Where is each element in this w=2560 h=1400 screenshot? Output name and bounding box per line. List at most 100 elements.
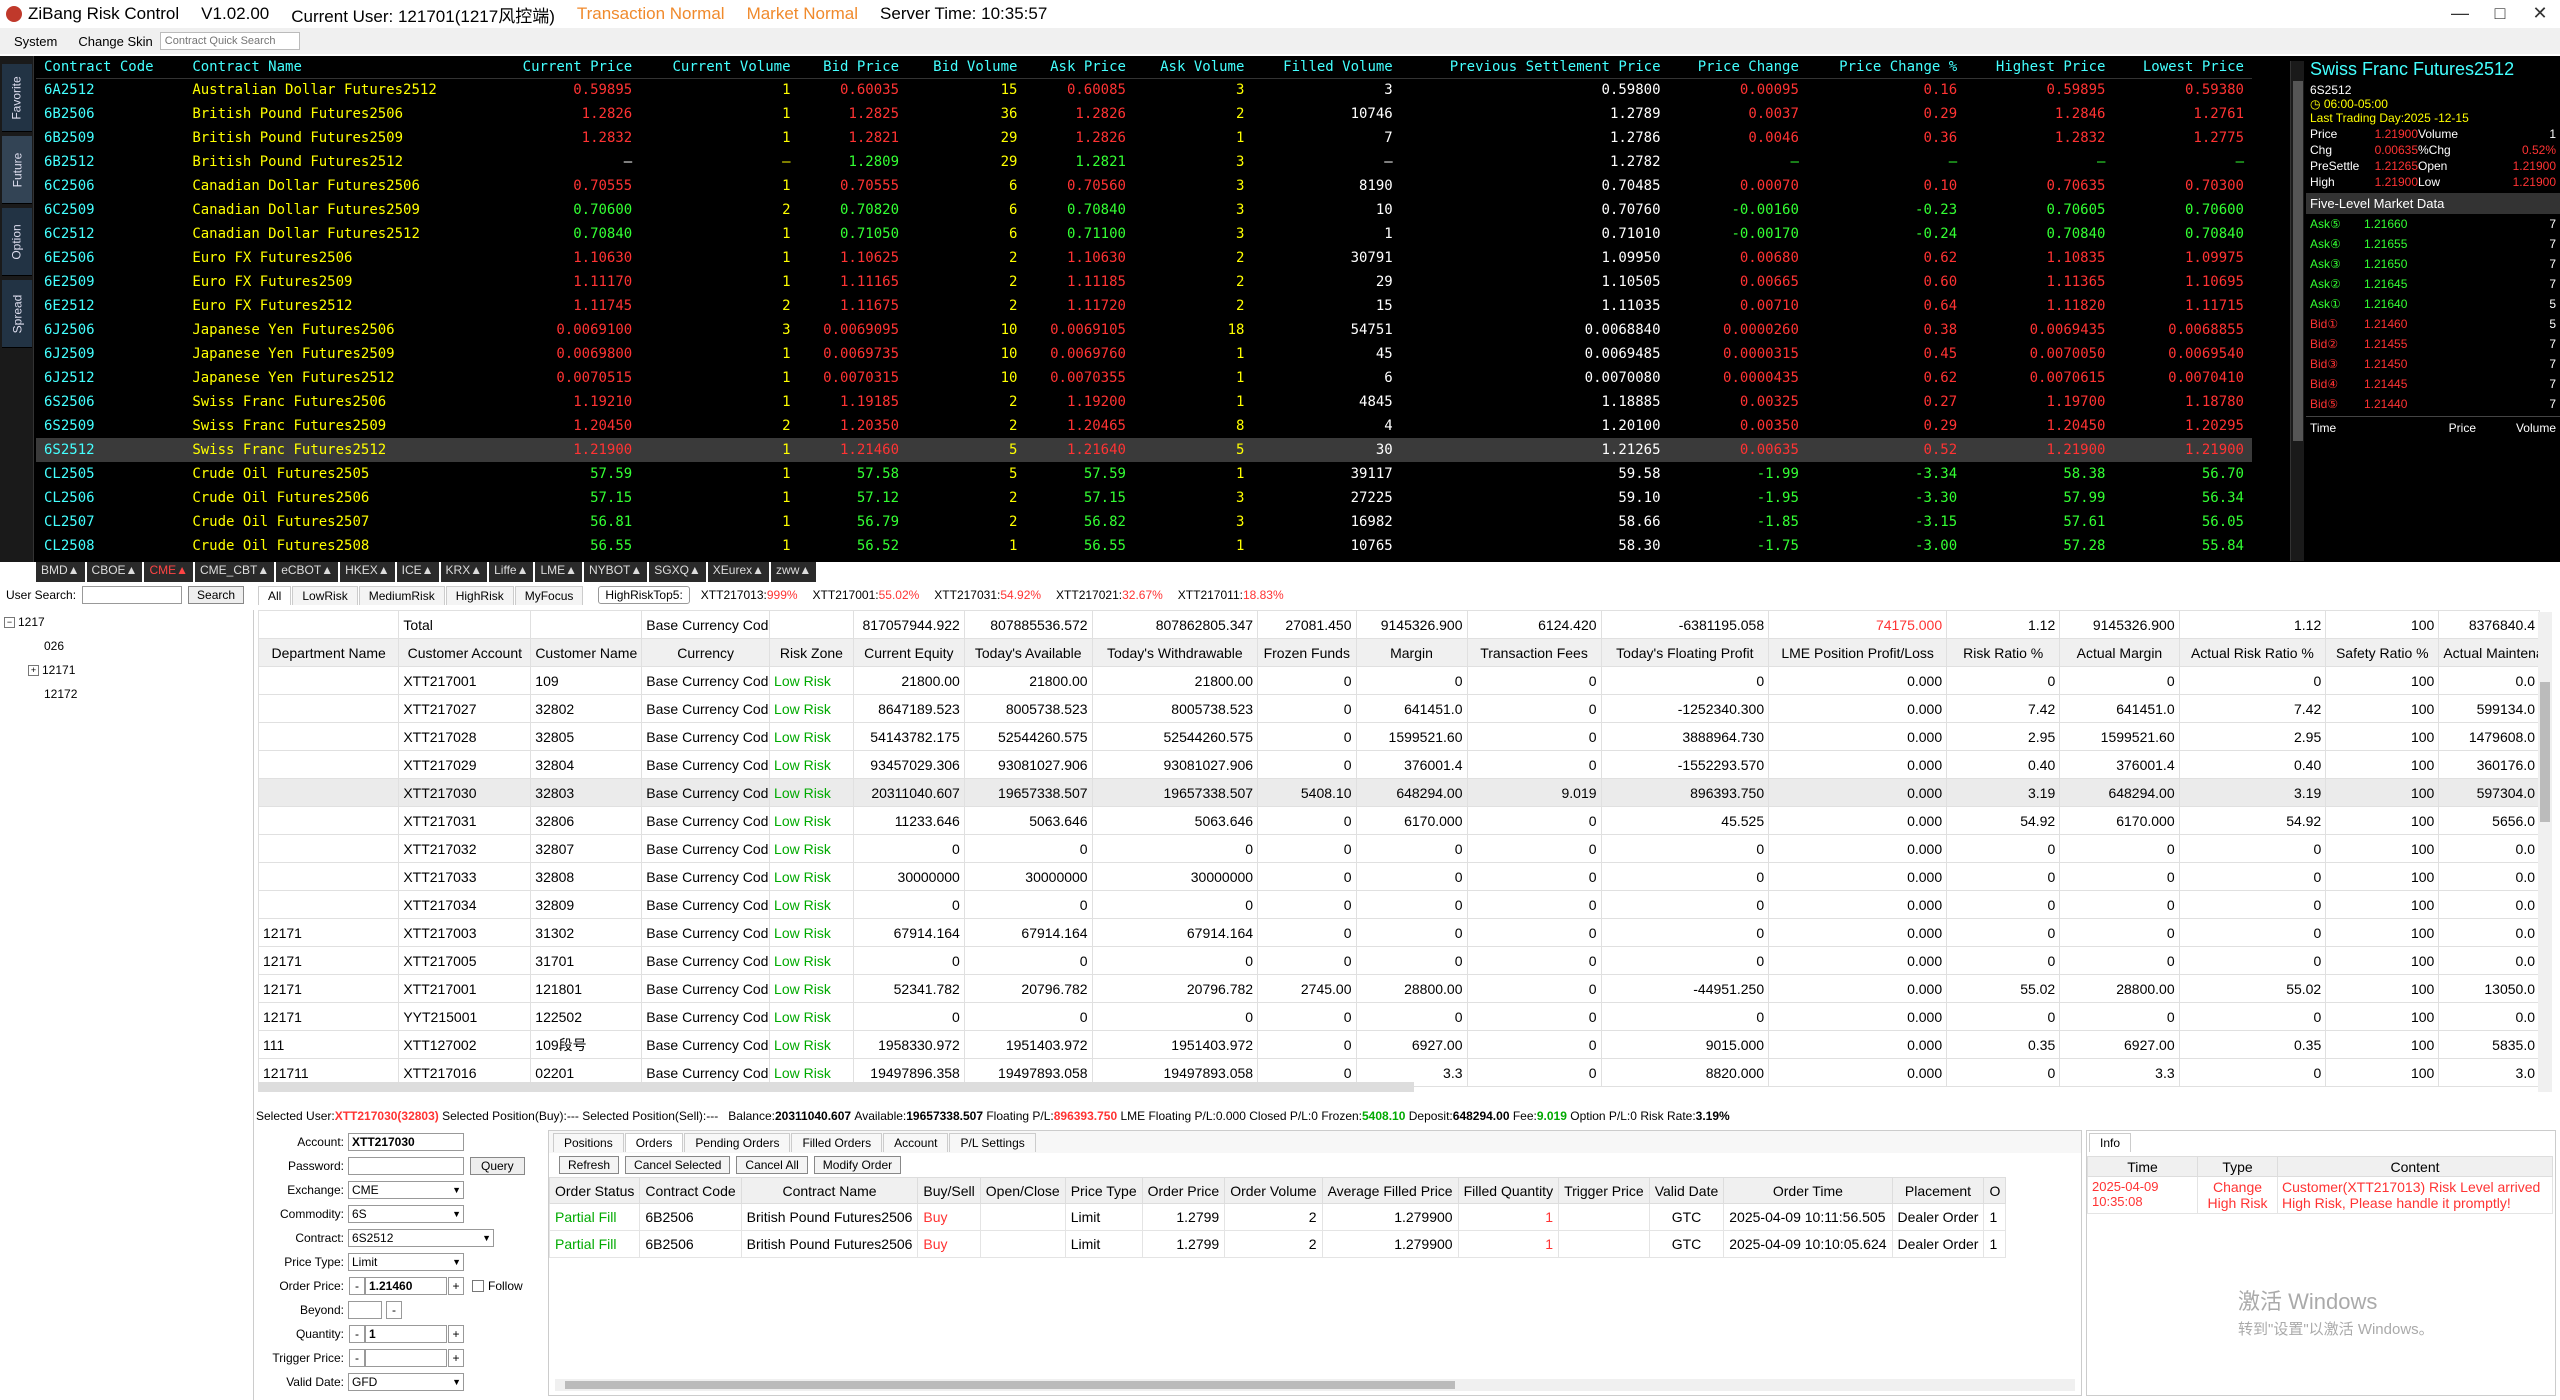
quote-scroll-thumb[interactable] xyxy=(2293,81,2303,441)
quote-col-header[interactable]: Contract Name xyxy=(184,56,492,79)
quote-col-header[interactable]: Price Change xyxy=(1668,56,1807,79)
exchange-tab[interactable]: CME_CBT▲ xyxy=(194,562,275,582)
order-tab[interactable]: Orders xyxy=(624,1132,684,1152)
orders-col-header[interactable]: Price Type xyxy=(1064,1177,1143,1204)
price-level[interactable]: Ask⑤ 1.21660 7 xyxy=(2306,214,2560,234)
exchange-tab[interactable]: SGXQ▲ xyxy=(649,562,706,582)
orders-col-header[interactable]: Trigger Price xyxy=(1558,1177,1650,1204)
account-row[interactable]: XTT217031 32806 Base Currency Code Low Risk… xyxy=(257,806,2540,835)
account-row[interactable]: 111 XTT127002 109段号 Base Currency Code Low R… xyxy=(257,1030,2540,1059)
password-field[interactable] xyxy=(348,1157,464,1175)
contract-select[interactable]: 6S2512 xyxy=(348,1229,494,1247)
tree-node-026[interactable]: 026 xyxy=(4,634,253,658)
user-search-input[interactable] xyxy=(82,586,183,604)
orders-col-header[interactable]: O xyxy=(1983,1177,2007,1204)
quote-row[interactable]: 6A2512 Australian Dollar Futures2512 0.598… xyxy=(36,78,2252,102)
account-vscroll-thumb[interactable] xyxy=(2540,682,2550,822)
orders-col-header[interactable]: Order Time xyxy=(1723,1177,1893,1204)
query-button[interactable]: Query xyxy=(470,1157,525,1175)
orders-col-header[interactable]: Order Volume xyxy=(1224,1177,1323,1204)
quote-row[interactable]: 6S2509 Swiss Franc Futures2509 1.20450 2 1.2… xyxy=(36,414,2252,438)
account-col-header[interactable]: Currency xyxy=(641,638,771,667)
orders-col-header[interactable]: Average Filled Price xyxy=(1321,1177,1459,1204)
order-tab[interactable]: Positions xyxy=(553,1132,624,1152)
quote-row[interactable]: 6S2512 Swiss Franc Futures2512 1.21900 1 1.2… xyxy=(36,438,2252,462)
tab-favorite[interactable]: Favorite xyxy=(2,64,32,132)
high-risk-top5-button[interactable]: HighRiskTop5: xyxy=(598,586,690,604)
price-plus-button[interactable]: + xyxy=(448,1277,464,1295)
price-level[interactable]: Bid① 1.21460 5 xyxy=(2306,314,2560,334)
account-row[interactable]: XTT217033 32808 Base Currency Code Low Risk… xyxy=(257,862,2540,891)
quote-row[interactable]: 6C2509 Canadian Dollar Futures2509 0.70600… xyxy=(36,198,2252,222)
contract-quick-search-input[interactable] xyxy=(159,32,300,50)
quote-row[interactable]: 6E2509 Euro FX Futures2509 1.11170 1 1.11165… xyxy=(36,270,2252,294)
account-row[interactable]: 12171 YYT215001 122502 Base Currency Code Lo… xyxy=(257,1002,2540,1031)
tree-node-12172[interactable]: 12172 xyxy=(4,682,253,706)
close-button[interactable]: ✕ xyxy=(2520,0,2560,28)
price-level[interactable]: Bid④ 1.21445 7 xyxy=(2306,374,2560,394)
price-level[interactable]: Ask② 1.21645 7 xyxy=(2306,274,2560,294)
exchange-tab[interactable]: XEurex▲ xyxy=(707,562,770,582)
orders-col-header[interactable]: Contract Code xyxy=(639,1177,742,1204)
exchange-tab[interactable]: CBOE▲ xyxy=(86,562,143,582)
risk-tab[interactable]: MediumRisk xyxy=(358,585,445,605)
quote-col-header[interactable]: Bid Volume xyxy=(907,56,1026,79)
qty-minus-button[interactable]: - xyxy=(349,1325,365,1343)
price-minus-button[interactable]: - xyxy=(349,1277,365,1295)
order-action-button[interactable]: Modify Order xyxy=(813,1156,902,1174)
exchange-tab[interactable]: ICE▲ xyxy=(396,562,439,582)
quote-col-header[interactable]: Lowest Price xyxy=(2113,56,2252,79)
exchange-tab[interactable]: CME▲ xyxy=(144,562,193,582)
collapse-icon[interactable]: − xyxy=(4,616,15,628)
risk-tab[interactable]: HighRisk xyxy=(445,585,514,605)
price-type-select[interactable]: Limit xyxy=(348,1253,464,1271)
order-tab[interactable]: Pending Orders xyxy=(684,1132,791,1152)
menu-change-skin[interactable]: Change Skin xyxy=(78,34,152,49)
exchange-tab[interactable]: zww▲ xyxy=(771,562,817,582)
quote-col-header[interactable]: Current Volume xyxy=(640,56,799,79)
account-vscroll[interactable] xyxy=(2538,612,2552,1092)
account-col-header[interactable]: Risk Ratio % xyxy=(1946,638,2061,667)
tab-future[interactable]: Future xyxy=(2,136,32,204)
account-row[interactable]: XTT217032 32807 Base Currency Code Low Risk… xyxy=(257,834,2540,863)
account-col-header[interactable]: Risk Zone xyxy=(769,638,854,667)
top5-item[interactable]: XTT217013:999% xyxy=(697,588,802,602)
maximize-button[interactable]: □ xyxy=(2480,0,2520,28)
account-field[interactable]: XTT217030 xyxy=(348,1133,464,1151)
quote-col-header[interactable]: Filled Volume xyxy=(1252,56,1401,79)
exchange-tab[interactable]: LME▲ xyxy=(535,562,583,582)
account-row[interactable]: XTT217028 32805 Base Currency Code Low Risk… xyxy=(257,722,2540,751)
risk-tab[interactable]: All xyxy=(258,585,292,605)
quote-row[interactable]: CL2506 Crude Oil Futures2506 57.15 1 57.12 2 5… xyxy=(36,486,2252,510)
quote-row[interactable]: CL2505 Crude Oil Futures2505 57.59 1 57.58 5 5… xyxy=(36,462,2252,486)
order-price-field[interactable]: 1.21460 xyxy=(365,1277,447,1295)
orders-hscroll[interactable] xyxy=(555,1379,2075,1391)
account-col-header[interactable]: Today's Floating Profit xyxy=(1600,638,1770,667)
orders-col-header[interactable]: Placement xyxy=(1891,1177,1985,1204)
info-tab[interactable]: Info xyxy=(2089,1133,2132,1152)
minimize-button[interactable]: — xyxy=(2440,0,2480,28)
quote-col-header[interactable]: Contract Code xyxy=(36,56,185,79)
valid-date-select[interactable]: GFD xyxy=(348,1373,464,1391)
account-col-header[interactable]: LME Position Profit/Loss xyxy=(1768,638,1948,667)
top5-item[interactable]: XTT217011:18.83% xyxy=(1174,588,1288,602)
expand-icon[interactable]: + xyxy=(28,664,39,676)
quote-row[interactable]: CL2507 Crude Oil Futures2507 56.81 1 56.79 2 5… xyxy=(36,510,2252,534)
quote-row[interactable]: 6C2512 Canadian Dollar Futures2512 0.70840… xyxy=(36,222,2252,246)
trigger-price-field[interactable] xyxy=(365,1349,447,1367)
account-row[interactable]: XTT217027 32802 Base Currency Code Low Risk… xyxy=(257,694,2540,723)
orders-col-header[interactable]: Order Price xyxy=(1141,1177,1226,1204)
quote-col-header[interactable]: Previous Settlement Price xyxy=(1400,56,1669,79)
order-tab[interactable]: Account xyxy=(883,1132,949,1152)
order-row[interactable]: Partial Fill 6B2506 British Pound Futures2… xyxy=(548,1203,2007,1231)
exchange-tab[interactable]: eCBOT▲ xyxy=(276,562,339,582)
account-col-header[interactable]: Margin xyxy=(1355,638,1468,667)
orders-col-header[interactable]: Contract Name xyxy=(740,1177,919,1204)
quote-row[interactable]: 6E2512 Euro FX Futures2512 1.11745 2 1.11675… xyxy=(36,294,2252,318)
quote-row[interactable]: 6J2506 Japanese Yen Futures2506 0.0069100 3… xyxy=(36,318,2252,342)
account-col-header[interactable]: Transaction Fees xyxy=(1466,638,1602,667)
account-col-header[interactable]: Department Name xyxy=(257,638,400,667)
quote-row[interactable]: CL2508 Crude Oil Futures2508 56.55 1 56.52 1 5… xyxy=(36,534,2252,558)
beyond-minus-button[interactable]: - xyxy=(386,1301,402,1319)
order-action-button[interactable]: Cancel All xyxy=(736,1156,808,1174)
